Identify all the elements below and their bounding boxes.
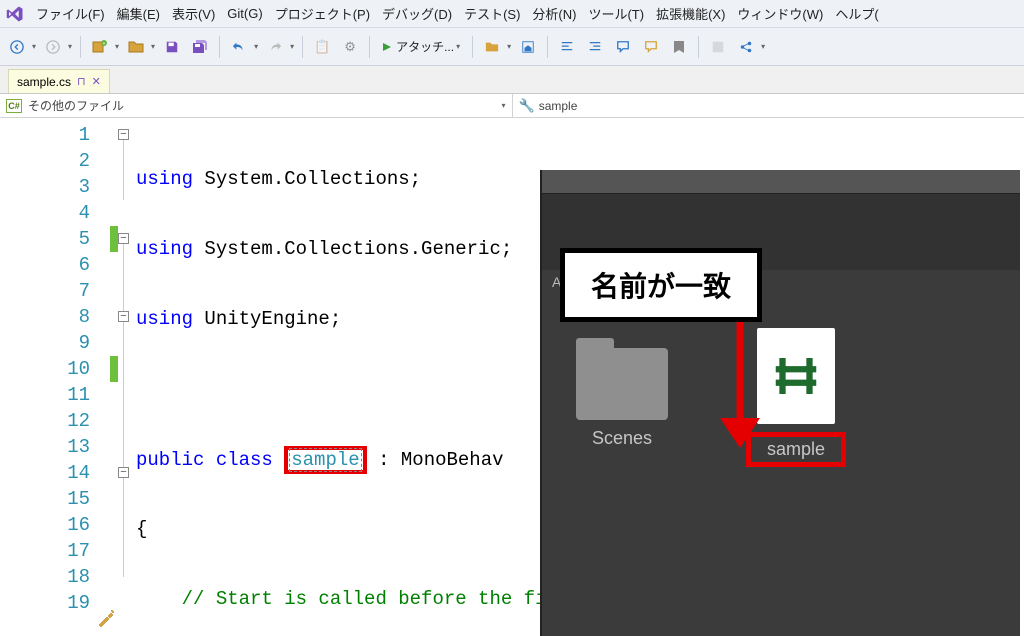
context-scope-label: その他のファイル xyxy=(28,97,124,114)
menu-window[interactable]: ウィンドウ(W) xyxy=(737,4,823,23)
redo-button[interactable] xyxy=(264,36,286,58)
chevron-down-icon[interactable]: ▾ xyxy=(507,42,511,51)
menu-tools[interactable]: ツール(T) xyxy=(588,4,644,23)
menu-help[interactable]: ヘルプ( xyxy=(835,4,878,23)
menu-test[interactable]: テスト(S) xyxy=(464,4,520,23)
highlighted-classname: sample xyxy=(284,446,366,474)
outdent-button[interactable] xyxy=(584,36,606,58)
fold-toggle[interactable]: − xyxy=(118,129,129,140)
menu-project[interactable]: プロジェクト(P) xyxy=(275,4,370,23)
close-icon[interactable]: ✕ xyxy=(92,75,101,88)
menu-bar: ファイル(F) 編集(E) 表示(V) Git(G) プロジェクト(P) デバッ… xyxy=(0,0,1024,28)
chevron-down-icon[interactable]: ▾ xyxy=(115,42,119,51)
menu-file[interactable]: ファイル(F) xyxy=(36,4,105,23)
line-number-gutter: 12345678910111213141516171819 xyxy=(0,118,110,636)
config-button[interactable]: ⚙ xyxy=(339,36,361,58)
asset-folder-scenes[interactable]: Scenes xyxy=(562,348,682,467)
csharp-icon: C# xyxy=(6,99,22,113)
file-tab[interactable]: sample.cs ⊓ ✕ xyxy=(8,69,110,93)
fold-toggle[interactable]: − xyxy=(118,233,129,244)
fold-toggle[interactable]: − xyxy=(118,467,129,478)
share-button[interactable] xyxy=(735,36,757,58)
context-scope-dropdown[interactable]: C# その他のファイル ▾ xyxy=(0,94,513,117)
toolbar: ▾ ▾ + ▾ ▾ ▾ ▾ 📋 ⚙ アタッチ... ▾ ▾ ▾ xyxy=(0,28,1024,66)
context-member-dropdown[interactable]: 🔧 sample xyxy=(513,94,1024,117)
annotation-callout: 名前が一致 xyxy=(560,248,762,322)
chevron-down-icon[interactable]: ▾ xyxy=(151,42,155,51)
new-project-button[interactable]: + xyxy=(89,36,111,58)
bookmark-button[interactable] xyxy=(668,36,690,58)
attach-label: アタッチ... xyxy=(396,38,454,55)
tab-row: sample.cs ⊓ ✕ xyxy=(0,66,1024,94)
menu-edit[interactable]: 編集(E) xyxy=(117,4,160,23)
pin-icon[interactable]: ⊓ xyxy=(77,75,86,88)
menu-git[interactable]: Git(G) xyxy=(227,6,262,21)
change-bar xyxy=(110,118,118,636)
attach-button[interactable]: アタッチ... ▾ xyxy=(378,36,464,57)
menu-extensions[interactable]: 拡張機能(X) xyxy=(656,4,725,23)
play-icon xyxy=(382,42,392,52)
home-button[interactable] xyxy=(517,36,539,58)
unity-tab-bar xyxy=(542,170,1020,194)
undo-button[interactable] xyxy=(228,36,250,58)
fold-toggle[interactable]: − xyxy=(118,311,129,322)
chevron-down-icon[interactable]: ▾ xyxy=(254,42,258,51)
chevron-down-icon[interactable]: ▾ xyxy=(68,42,72,51)
unity-project-panel: As Scenes sample xyxy=(540,170,1020,636)
save-all-button[interactable] xyxy=(189,36,211,58)
uncomment-button[interactable] xyxy=(640,36,662,58)
nav-forward-button[interactable] xyxy=(42,36,64,58)
paste-button[interactable]: 📋 xyxy=(311,36,333,58)
indent-button[interactable] xyxy=(556,36,578,58)
save-button[interactable] xyxy=(161,36,183,58)
tab-filename: sample.cs xyxy=(17,75,71,89)
nav-back-button[interactable] xyxy=(6,36,28,58)
menu-view[interactable]: 表示(V) xyxy=(172,4,215,23)
folder-icon xyxy=(576,348,668,420)
vs-logo-icon xyxy=(6,5,24,23)
unity-asset-grid: Scenes sample xyxy=(542,298,1020,467)
chevron-down-icon: ▾ xyxy=(456,42,460,51)
open-button[interactable] xyxy=(125,36,147,58)
svg-text:+: + xyxy=(103,41,106,47)
chevron-down-icon[interactable]: ▾ xyxy=(32,42,36,51)
outline-gutter: − − − − xyxy=(118,118,136,636)
menu-analyze[interactable]: 分析(N) xyxy=(532,4,576,23)
screwdriver-icon[interactable] xyxy=(96,608,116,628)
menu-debug[interactable]: デバッグ(D) xyxy=(382,4,452,23)
team-button[interactable] xyxy=(707,36,729,58)
chevron-down-icon: ▾ xyxy=(501,101,505,110)
chevron-down-icon[interactable]: ▾ xyxy=(290,42,294,51)
context-member-label: sample xyxy=(539,99,578,113)
context-bar: C# その他のファイル ▾ 🔧 sample xyxy=(0,94,1024,118)
comment-button[interactable] xyxy=(612,36,634,58)
wrench-icon: 🔧 xyxy=(519,98,535,114)
chevron-down-icon[interactable]: ▾ xyxy=(761,42,765,51)
asset-label: Scenes xyxy=(592,428,652,449)
annotation-arrow-icon xyxy=(700,308,780,458)
folder-button[interactable] xyxy=(481,36,503,58)
